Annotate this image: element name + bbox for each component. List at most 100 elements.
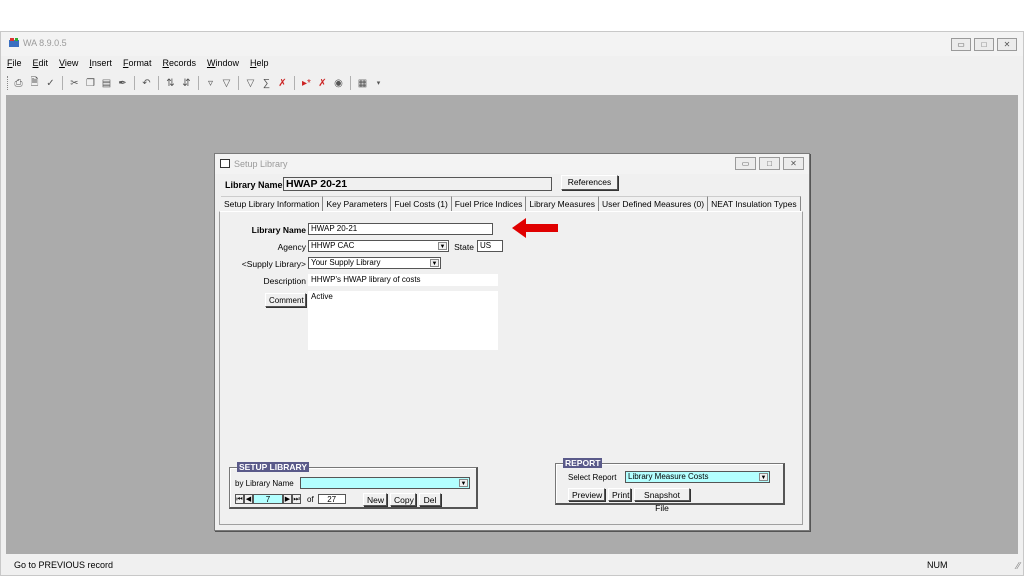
mdi-workspace: Setup Library ▭ □ ✕ Library Name HWAP 20… (6, 95, 1018, 554)
remove-filter-icon[interactable]: ∑ (260, 76, 273, 90)
form-icon (220, 159, 230, 168)
last-record-icon[interactable]: ⏭ (292, 494, 301, 504)
menu-bar: File Edit View Insert Format Records Win… (7, 58, 269, 72)
status-text: Go to PREVIOUS record (14, 560, 114, 570)
library-name-field[interactable]: HWAP 20-21 (308, 223, 493, 235)
menu-format[interactable]: Format (123, 58, 152, 72)
print-button[interactable]: Print (608, 488, 631, 501)
apply-filter-icon[interactable]: ▽ (244, 76, 257, 90)
tab-fuel-price-indices[interactable]: Fuel Price Indices (451, 196, 527, 211)
header-library-name-label: Library Name (225, 180, 283, 190)
tab-setup-library-information[interactable]: Setup Library Information (221, 196, 324, 211)
header-library-name-field[interactable]: HWAP 20-21 (283, 177, 552, 191)
chevron-down-icon[interactable]: ▼ (430, 259, 439, 267)
delete-record-icon[interactable]: ✗ (316, 76, 329, 90)
minimize-button[interactable]: ▭ (951, 38, 971, 51)
setup-library-information-panel: Library Name HWAP 20-21 Agency HHWP CAC … (219, 211, 803, 525)
cut-icon[interactable]: ✂ (68, 76, 81, 90)
current-record-field[interactable]: 7 (253, 494, 283, 504)
child-close-button[interactable]: ✕ (783, 157, 804, 170)
print-preview-icon[interactable]: 🗎 (28, 76, 41, 90)
restore-icon: □ (981, 40, 987, 49)
copy-icon[interactable]: ❐ (84, 76, 97, 90)
menu-records[interactable]: Records (162, 58, 196, 72)
comment-field[interactable]: Active (308, 291, 498, 350)
copy-button[interactable]: Copy (390, 493, 416, 506)
del-button[interactable]: Del (419, 493, 441, 506)
chevron-down-icon[interactable]: ▼ (759, 473, 768, 481)
menu-view[interactable]: View (59, 58, 78, 72)
sort-descending-icon[interactable]: ⇵ (180, 76, 193, 90)
menu-edit[interactable]: Edit (33, 58, 49, 72)
select-report-dropdown[interactable]: Library Measure Costs ▼ (625, 471, 770, 483)
menu-insert[interactable]: Insert (89, 58, 112, 72)
tab-strip: Setup Library Information Key Parameters… (221, 196, 801, 211)
library-name-label: Library Name (251, 225, 306, 235)
find-icon[interactable]: ◉ (332, 76, 345, 90)
supply-library-value: Your Supply Library (311, 258, 381, 267)
app-window: WA 8.9.0.5 ▭ □ ✕ File Edit View Insert F… (0, 31, 1024, 576)
menu-file[interactable]: File (7, 58, 22, 72)
agency-select[interactable]: HHWP CAC ▼ (308, 240, 449, 252)
format-painter-icon[interactable]: ✒ (116, 76, 129, 90)
new-button[interactable]: New (363, 493, 387, 506)
previous-record-icon[interactable]: ◀ (244, 494, 253, 504)
chevron-down-icon[interactable]: ▼ (459, 479, 468, 487)
close-button[interactable]: ✕ (997, 38, 1017, 51)
filter-by-selection-icon[interactable]: ▿ (204, 76, 217, 90)
toolbar-grip (7, 76, 9, 90)
child-title-bar: Setup Library ▭ □ ✕ (215, 154, 809, 174)
close-icon: ✕ (1003, 40, 1011, 49)
child-minimize-button[interactable]: ▭ (735, 157, 756, 170)
paste-icon[interactable]: ▤ (100, 76, 113, 90)
first-record-icon[interactable]: ⏮ (235, 494, 244, 504)
toolbar: ⎙ 🗎 ✓ ✂ ❐ ▤ ✒ ↶ ⇅ ⇵ ▿ ▽ ▽ ∑ ✗ ▸* ✗ ◉ ▦ ▾ (7, 74, 385, 92)
spelling-icon[interactable]: ✓ (44, 76, 57, 90)
tab-neat-insulation-types[interactable]: NEAT Insulation Types (708, 196, 801, 211)
record-navigator: ⏮ ◀ 7 ▶ ⏭ of 27 (235, 494, 346, 504)
description-label: Description (263, 276, 306, 286)
supply-library-label: <Supply Library> (241, 259, 306, 269)
resize-grip-icon[interactable]: ∕∕ (1017, 561, 1020, 572)
undo-icon[interactable]: ↶ (140, 76, 153, 90)
window-title: WA 8.9.0.5 (23, 38, 67, 48)
setup-library-group-title: SETUP LIBRARY (237, 462, 310, 472)
menu-help[interactable]: Help (250, 58, 269, 72)
select-report-value: Library Measure Costs (628, 472, 709, 481)
print-icon[interactable]: ⎙ (12, 76, 25, 90)
title-bar: WA 8.9.0.5 ▭ □ ✕ (1, 32, 1023, 56)
tab-key-parameters[interactable]: Key Parameters (323, 196, 392, 211)
minimize-icon: ▭ (741, 159, 750, 168)
setup-library-window: Setup Library ▭ □ ✕ Library Name HWAP 20… (214, 153, 810, 531)
supply-library-select[interactable]: Your Supply Library ▼ (308, 257, 441, 269)
status-bar: Go to PREVIOUS record NUM ∕∕ (1, 555, 1023, 575)
database-window-icon[interactable]: ▦ (356, 76, 369, 90)
state-label: State (454, 242, 474, 252)
preview-button[interactable]: Preview (568, 488, 605, 501)
snapshot-file-button[interactable]: Snapshot File (634, 488, 690, 513)
child-restore-button[interactable]: □ (759, 157, 780, 170)
tab-fuel-costs[interactable]: Fuel Costs (1) (391, 196, 452, 211)
new-record-icon[interactable]: ▸* (300, 76, 313, 90)
state-field[interactable]: US (477, 240, 503, 252)
clear-filter-icon[interactable]: ✗ (276, 76, 289, 90)
tab-user-defined-measures[interactable]: User Defined Measures (0) (599, 196, 709, 211)
select-report-label: Select Report (568, 473, 617, 482)
next-record-icon[interactable]: ▶ (283, 494, 292, 504)
filter-by-form-icon[interactable]: ▽ (220, 76, 233, 90)
tab-library-measures[interactable]: Library Measures (526, 196, 600, 211)
sort-ascending-icon[interactable]: ⇅ (164, 76, 177, 90)
comment-button[interactable]: Comment (265, 293, 306, 307)
menu-window[interactable]: Window (207, 58, 239, 72)
record-total-field: 27 (317, 494, 346, 504)
chevron-down-icon[interactable]: ▼ (438, 242, 447, 250)
restore-button[interactable]: □ (974, 38, 994, 51)
num-lock-indicator: NUM (927, 560, 948, 570)
description-field[interactable]: HHWP's HWAP library of costs (308, 274, 498, 286)
chevron-down-icon[interactable]: ▾ (372, 76, 385, 90)
library-name-lookup-select[interactable]: ▼ (300, 477, 470, 489)
report-group-title: REPORT (563, 458, 603, 468)
references-button[interactable]: References (561, 175, 618, 190)
app-icon (9, 38, 19, 47)
minimize-icon: ▭ (957, 40, 965, 49)
